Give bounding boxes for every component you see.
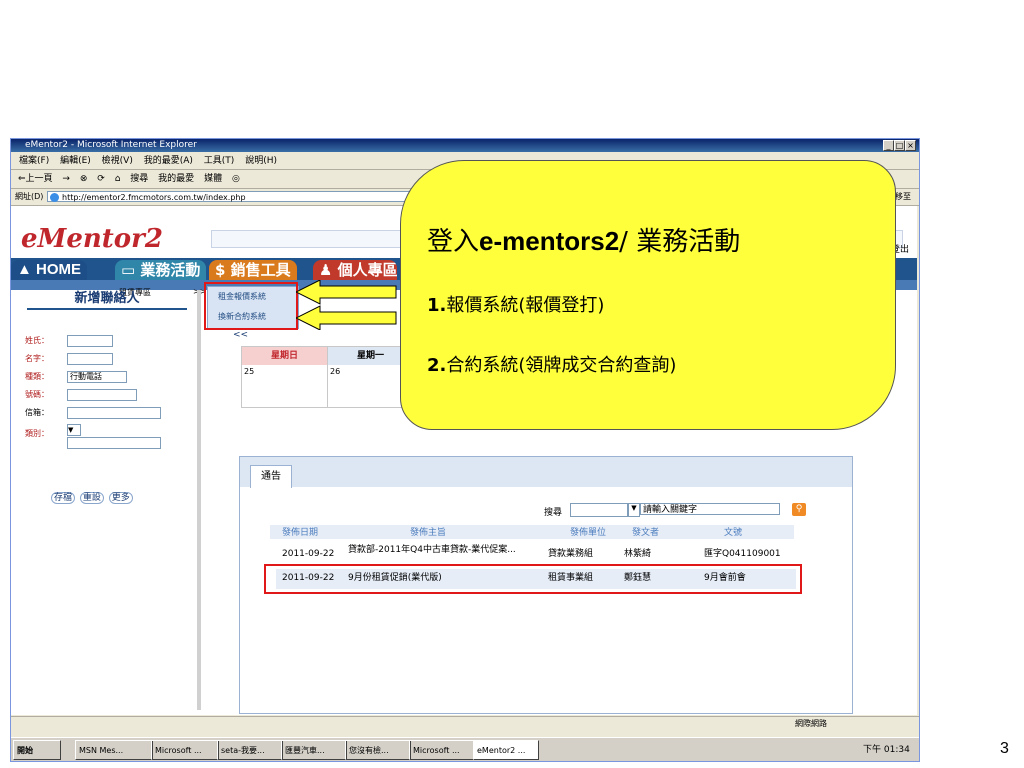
internet-zone-label: 網際網路: [795, 719, 827, 728]
type-label: 種類：: [25, 372, 49, 381]
surname-label: 姓氏：: [25, 336, 49, 345]
sidebar-title: 新增聯絡人: [27, 290, 187, 310]
email-input[interactable]: [67, 407, 161, 419]
menu-edit[interactable]: 編輯(E): [60, 156, 91, 166]
task-hsbc[interactable]: 匯豐汽車...: [281, 740, 347, 760]
title-bar: eMentor2 - Microsoft Internet Explorer _…: [11, 139, 919, 152]
category-label: 類別：: [25, 429, 49, 438]
address-url: http://ementor2.fmcmotors.com.tw/index.p…: [62, 193, 246, 202]
search-scope-select[interactable]: [570, 503, 628, 517]
name-label: 名字：: [25, 354, 49, 363]
category-input[interactable]: [67, 437, 161, 449]
task-msn[interactable]: MSN Mes...: [75, 740, 153, 760]
tab-business-activity[interactable]: ▭ 業務活動: [115, 260, 207, 280]
ie-page-icon: [50, 193, 59, 202]
favorites-button[interactable]: 我的最愛: [158, 174, 194, 184]
folder-icon: ▭: [121, 261, 141, 279]
person-icon: ♟: [319, 261, 338, 279]
row-highlight: [264, 564, 802, 594]
dropdown-arrow-icon[interactable]: ▼: [628, 503, 640, 517]
sidebar-buttons: 存檔 重設 更多: [51, 490, 135, 504]
address-input[interactable]: http://ementor2.fmcmotors.com.tw/index.p…: [47, 191, 427, 202]
close-button[interactable]: ×: [905, 140, 916, 151]
callout-line-2: 2.合約系統(領牌成交合約查詢): [427, 355, 677, 376]
callout-arrows: [296, 280, 397, 330]
save-button[interactable]: 存檔: [51, 492, 76, 504]
table-row[interactable]: 2011-09-22 貸款部-2011年Q4中古車貸款-業代促案... 貸款業務…: [276, 545, 796, 565]
stop-button[interactable]: ⊗: [80, 174, 88, 184]
announcement-tab-bar: [240, 457, 852, 487]
home-button[interactable]: ⌂: [115, 174, 121, 184]
type-select[interactable]: 行動電話: [67, 371, 127, 383]
menu-favorites[interactable]: 我的最愛(A): [144, 156, 193, 166]
callout-title: 登入e-mentors2/ 業務活動: [427, 226, 741, 257]
tab-personal[interactable]: ♟ 個人專區: [313, 260, 397, 280]
column-author: 發文者: [632, 528, 660, 538]
column-unit: 發佈單位: [570, 528, 607, 538]
refresh-button[interactable]: ⟳: [97, 174, 105, 184]
history-icon[interactable]: ◎: [232, 174, 240, 184]
type-select-value: 行動電話: [70, 372, 102, 381]
menu-view[interactable]: 檢視(V): [102, 156, 133, 166]
address-label: 網址(D): [15, 192, 44, 201]
email-label: 信箱：: [25, 408, 49, 417]
window-title: eMentor2 - Microsoft Internet Explorer: [25, 140, 197, 150]
go-button[interactable]: 移至: [895, 189, 911, 205]
calendar-divider: [327, 347, 328, 407]
menu-file[interactable]: 檔案(F): [19, 156, 49, 166]
slide-page-number: 3: [1000, 740, 1009, 757]
announcement-header-row: [270, 525, 794, 539]
maximize-button[interactable]: □: [894, 140, 905, 151]
forward-button[interactable]: →: [62, 174, 70, 184]
arrow-to-quote-icon: [296, 280, 397, 305]
submenu-highlight: [204, 282, 298, 330]
search-button[interactable]: 搜尋: [130, 174, 148, 184]
column-ref: 文號: [724, 528, 743, 538]
search-label: 搜尋: [544, 508, 563, 518]
tab-announcement[interactable]: 通告: [250, 465, 292, 488]
tab-home[interactable]: ▲ HOME: [11, 260, 88, 280]
dropdown-arrow-icon: ▼: [68, 426, 74, 434]
task-microsoft-1[interactable]: Microsoft ...: [151, 740, 219, 760]
tab-sales-tools[interactable]: $ 銷售工具: [209, 260, 297, 280]
callout-line-1: 1.報價系統(報價登打): [427, 295, 605, 316]
more-button[interactable]: 更多: [108, 492, 133, 504]
column-subject: 發佈主旨: [410, 528, 447, 538]
status-bar: 網際網路: [11, 716, 919, 731]
home-icon: ▲: [17, 261, 37, 278]
start-button[interactable]: 開始: [13, 740, 61, 760]
menu-help[interactable]: 說明(H): [245, 156, 277, 166]
menu-tools[interactable]: 工具(T): [204, 156, 235, 166]
surname-input[interactable]: [67, 335, 113, 347]
task-microsoft-2[interactable]: Microsoft ...: [409, 740, 475, 760]
name-input[interactable]: [67, 353, 113, 365]
taskbar: 開始 MSN Mes... Microsoft ... seta-我要... 匯…: [11, 737, 919, 761]
dollar-icon: $: [215, 261, 231, 279]
task-ementor[interactable]: eMentor2 ...: [473, 740, 539, 760]
task-no-check[interactable]: 您沒有檢...: [345, 740, 411, 760]
number-label: 號碼：: [25, 390, 49, 399]
calendar-header-sun: 星期日: [242, 347, 327, 365]
sidebar-divider: [197, 290, 201, 710]
announcement-panel: 通告 搜尋 ▼ 請輸入關鍵字 ⚲ 發佈日期 發佈主旨 發佈單位 發文者 文號 2…: [239, 456, 853, 714]
ementor-logo[interactable]: eMentor2: [21, 224, 163, 254]
reset-button[interactable]: 重設: [79, 492, 104, 504]
task-seta[interactable]: seta-我要...: [217, 740, 283, 760]
number-input[interactable]: [67, 389, 137, 401]
calendar-day-26[interactable]: 26: [330, 367, 340, 376]
arrow-to-contract-icon: [296, 305, 397, 330]
media-button[interactable]: 媒體: [204, 174, 222, 184]
search-icon[interactable]: ⚲: [792, 503, 806, 516]
category-select[interactable]: ▼: [67, 424, 81, 436]
column-date: 發佈日期: [282, 528, 319, 538]
calendar-prev-link[interactable]: <<: [233, 330, 248, 340]
search-input[interactable]: 請輸入關鍵字: [640, 503, 780, 515]
minimize-button[interactable]: _: [883, 140, 894, 151]
clock: 下午 01:34: [863, 745, 910, 755]
calendar-day-25[interactable]: 25: [244, 367, 254, 376]
back-button[interactable]: ⇐上一頁: [18, 174, 53, 184]
callout-box: 登入e-mentors2/ 業務活動 1.報價系統(報價登打) 2.合約系統(領…: [400, 160, 896, 430]
